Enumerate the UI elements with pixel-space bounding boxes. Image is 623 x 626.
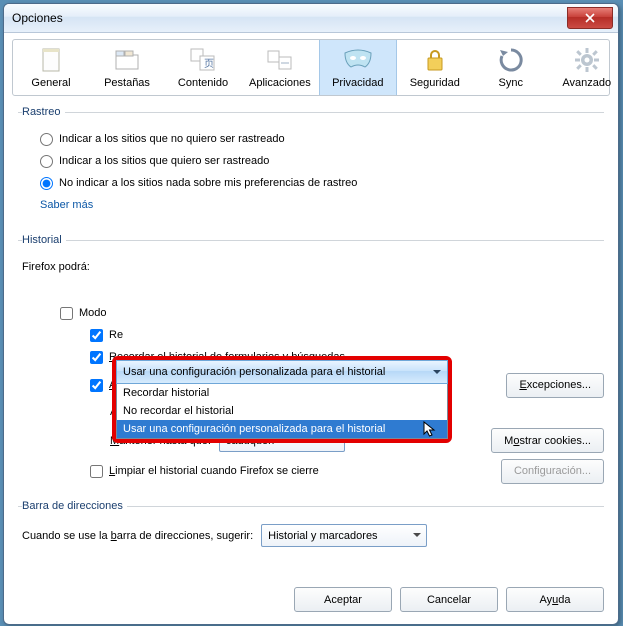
svg-text:页: 页 [204, 58, 214, 70]
close-button[interactable] [567, 7, 613, 29]
suggest-row: Cuando se use la barra de direcciones, s… [22, 524, 600, 547]
options-window: Opciones General Pestañas 页 Contenido Ap… [3, 3, 619, 625]
radio-none-track[interactable] [40, 177, 53, 190]
checkbox-clear-on-close[interactable] [90, 465, 103, 478]
lock-icon [405, 45, 465, 75]
checkbox-private-mode[interactable] [60, 307, 73, 320]
suggest-select[interactable]: Historial y marcadores [261, 524, 427, 547]
dropdown-selected[interactable]: Usar una configuración personalizada par… [116, 360, 448, 384]
barra-legend: Barra de direcciones [22, 500, 127, 512]
dropdown-option-remember[interactable]: Recordar historial [117, 384, 447, 402]
checkbox-remember-nav[interactable] [90, 329, 103, 342]
settings-button: Configuración... [501, 459, 604, 484]
firefox-podra-label: Firefox podrá: [22, 261, 108, 273]
historial-legend: Historial [22, 234, 66, 246]
barra-group: Barra de direcciones Cuando se use la ba… [18, 500, 604, 557]
dialog-footer: Aceptar Cancelar Ayuda [4, 577, 618, 624]
tab-general[interactable]: General [13, 40, 89, 95]
tabs-icon [97, 45, 157, 75]
privacy-mask-icon [328, 45, 388, 75]
learn-more-link[interactable]: Saber más [40, 199, 93, 211]
rastreo-group: Rastreo Indicar a los sitios que no quie… [18, 106, 604, 224]
close-icon [585, 13, 595, 23]
sync-icon [481, 45, 541, 75]
titlebar[interactable]: Opciones [4, 4, 618, 33]
radio-no-track[interactable] [40, 133, 53, 146]
cancel-button[interactable]: Cancelar [400, 587, 498, 612]
ok-button[interactable]: Aceptar [294, 587, 392, 612]
exceptions-button[interactable]: Excepciones... [506, 373, 604, 398]
tab-avanzado[interactable]: Avanzado [549, 40, 619, 95]
gear-icon [557, 45, 617, 75]
track-opt-yes[interactable]: Indicar a los sitios que quiero ser rast… [22, 152, 600, 170]
history-mode-dropdown[interactable]: Usar una configuración personalizada par… [112, 356, 452, 443]
dropdown-option-custom[interactable]: Usar una configuración personalizada par… [117, 420, 447, 438]
tab-pestanas[interactable]: Pestañas [89, 40, 165, 95]
track-opt-none[interactable]: No indicar a los sitios nada sobre mis p… [22, 174, 600, 192]
rastreo-legend: Rastreo [22, 106, 65, 118]
checkbox-accept-cookies[interactable] [90, 379, 103, 392]
panel-body: Rastreo Indicar a los sitios que no quie… [4, 96, 618, 577]
tab-seguridad[interactable]: Seguridad [397, 40, 473, 95]
category-toolbar: General Pestañas 页 Contenido Aplicacione… [12, 39, 610, 96]
dropdown-option-never[interactable]: No recordar el historial [117, 402, 447, 420]
tab-privacidad[interactable]: Privacidad [319, 40, 397, 95]
show-cookies-button[interactable]: Mostrar cookies... [491, 428, 604, 453]
content-icon: 页 [173, 45, 233, 75]
clear-on-close-row[interactable]: Limpiar el historial cuando Firefox se c… [22, 462, 600, 480]
help-button[interactable]: Ayuda [506, 587, 604, 612]
radio-yes-track[interactable] [40, 155, 53, 168]
suggest-label: Cuando se use la barra de direcciones, s… [22, 530, 253, 542]
applications-icon [249, 45, 311, 75]
private-mode-row[interactable]: Modo [22, 304, 600, 322]
general-icon [21, 45, 81, 75]
track-opt-no[interactable]: Indicar a los sitios que no quiero ser r… [22, 130, 600, 148]
window-title: Opciones [12, 11, 567, 25]
remember-nav-row[interactable]: Re [22, 326, 600, 344]
tab-sync[interactable]: Sync [473, 40, 549, 95]
checkbox-remember-forms[interactable] [90, 351, 103, 364]
cursor-icon [423, 421, 437, 439]
tab-contenido[interactable]: 页 Contenido [165, 40, 241, 95]
tab-aplicaciones[interactable]: Aplicaciones [241, 40, 319, 95]
dropdown-list: Recordar historial No recordar el histor… [116, 384, 448, 439]
